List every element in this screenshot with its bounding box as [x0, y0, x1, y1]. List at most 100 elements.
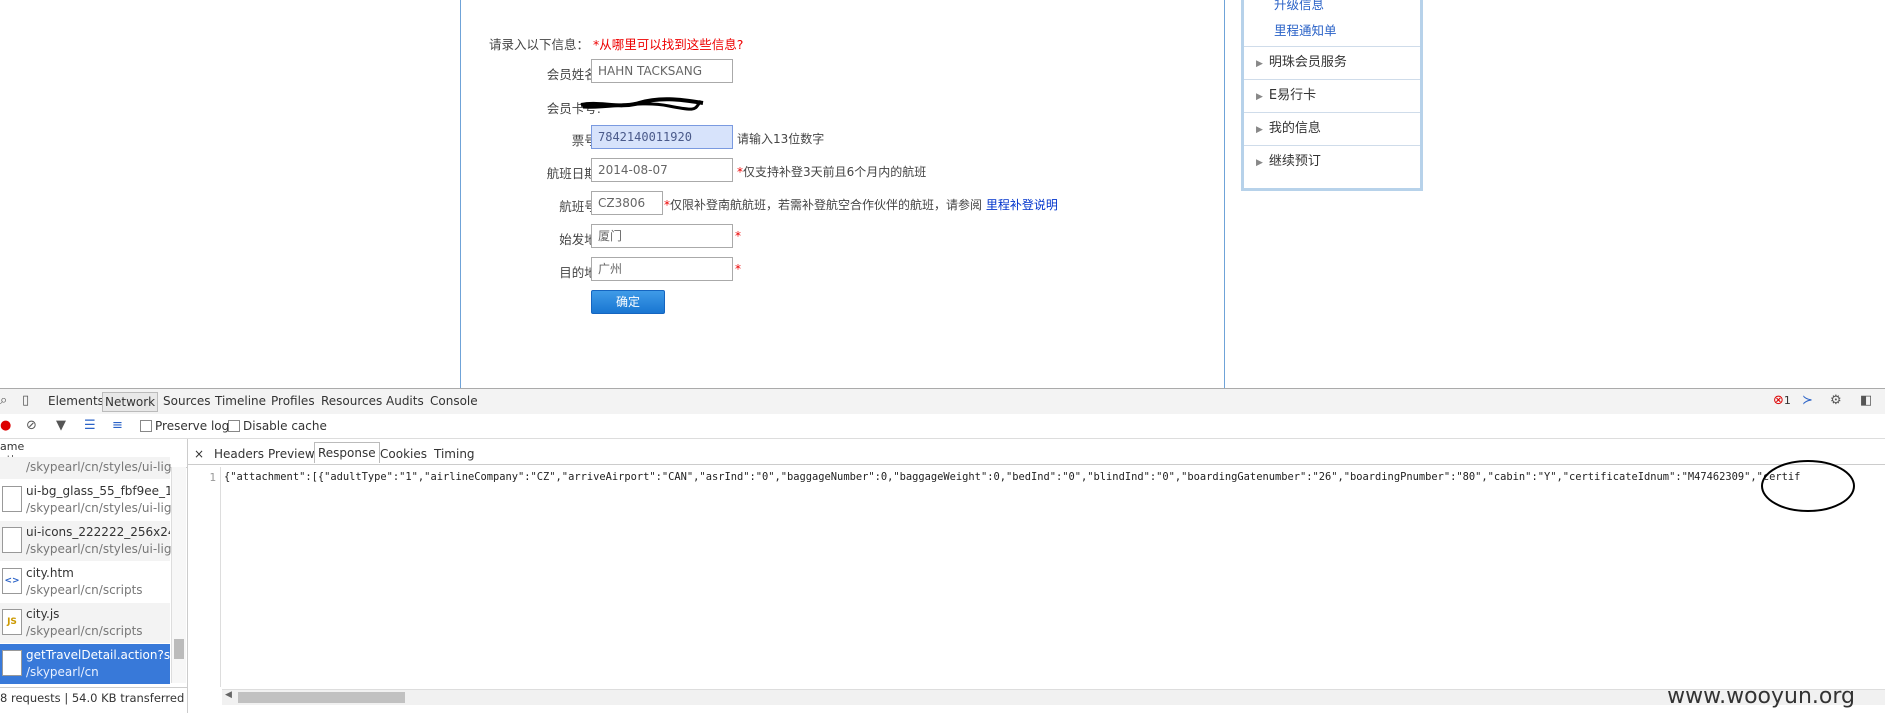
member-sidebar: 升级信息 里程通知单 ▶ 明珠会员服务 ▶ E易行卡 ▶ 我的信息 ▶ 继续预订 [1241, 0, 1423, 191]
tab-profiles[interactable]: Profiles [271, 394, 315, 408]
request-list: ame ath /skypearl/cn/styles/ui-lig... ui… [0, 439, 188, 713]
horizontal-scrollbar[interactable]: ◀ [222, 689, 1885, 705]
sidebar-sub-mileage-notice[interactable]: 里程通知单 [1244, 20, 1420, 46]
request-name: city.htm [26, 566, 74, 580]
ticket-number-input[interactable]: 7842140011920 [591, 125, 733, 149]
destination-row: 目的地: 广州 * [461, 257, 1221, 283]
tab-network[interactable]: Network [102, 392, 159, 412]
ticket-number-label: 票号: [571, 133, 601, 148]
scrollbar-thumb[interactable] [174, 639, 184, 659]
error-icon[interactable]: ⊗1 [1773, 393, 1791, 408]
request-list-scrollbar[interactable] [171, 467, 186, 683]
ticket-number-row: 票号: 7842140011920 请输入13位数字 [461, 125, 1221, 151]
member-card-row: 会员卡号: [461, 93, 1221, 119]
origin-label: 始发地: [559, 232, 601, 247]
clear-icon[interactable]: ⊘ [26, 418, 37, 433]
line-number: 1 [209, 471, 216, 484]
confirm-button[interactable]: 确定 [591, 290, 665, 314]
list-view-icon[interactable]: ☰ [84, 418, 96, 433]
flight-date-input[interactable]: 2014-08-07 [591, 158, 733, 182]
tab-timing[interactable]: Timing [434, 447, 475, 461]
devtools-panel: ⌕ ▯ Elements Network Sources Timeline Pr… [0, 388, 1885, 713]
help-link[interactable]: 从哪里可以找到这些信息? [599, 37, 743, 52]
watermark: www.wooyun.org [1667, 684, 1855, 709]
network-toolbar: ● ⊘ ▼ ☰ ≡ Preserve log Disable cache [0, 414, 1885, 439]
sidebar-item-e-card[interactable]: ▶ E易行卡 [1244, 79, 1420, 112]
form-intro: 请录入以下信息： *从哪里可以找到这些信息? [489, 34, 743, 53]
tab-resources[interactable]: Resources [321, 394, 382, 408]
request-path: /skypearl/cn [26, 665, 99, 679]
required-star: * [735, 229, 741, 243]
preserve-log-checkbox[interactable]: Preserve log [140, 419, 229, 433]
list-item[interactable]: JS city.js /skypearl/cn/scripts [0, 603, 170, 644]
member-name-label: 会员姓名: [546, 67, 601, 82]
dock-icon[interactable]: ◧ [1860, 393, 1872, 408]
flight-number-hint: *仅限补登南航航班，若需补登航空合作伙伴的航班，请参阅 里程补登说明 [664, 196, 1058, 213]
tab-elements[interactable]: Elements [48, 394, 104, 408]
request-name: city.js [26, 607, 60, 621]
flight-date-hint: *仅支持补登3天前且6个月内的航班 [737, 163, 926, 180]
line-gutter: 1 [188, 467, 221, 687]
response-body[interactable]: {"attachment":[{"adultType":"1","airline… [224, 471, 1800, 483]
tab-headers[interactable]: Headers [214, 447, 264, 461]
disable-cache-checkbox[interactable]: Disable cache [228, 419, 327, 433]
tab-console[interactable]: Console [430, 394, 478, 408]
overview-icon[interactable]: ≡ [112, 418, 123, 433]
sidebar-item-pearl-member[interactable]: ▶ 明珠会员服务 [1244, 46, 1420, 79]
device-mode-icon[interactable]: ▯ [22, 393, 29, 408]
list-item[interactable]: <> city.htm /skypearl/cn/scripts [0, 562, 170, 603]
console-drawer-icon[interactable]: ≻ [1802, 393, 1813, 408]
destination-input[interactable]: 广州 [591, 257, 733, 281]
tab-audits[interactable]: Audits [386, 394, 424, 408]
request-path: /skypearl/cn/scripts [26, 583, 143, 597]
list-item[interactable]: ui-bg_glass_55_fbf9ee_1... /skypearl/cn/… [0, 480, 183, 521]
chevron-right-icon: ▶ [1256, 158, 1263, 168]
tab-sources[interactable]: Sources [163, 394, 210, 408]
image-file-icon [2, 486, 22, 512]
network-summary: 8 requests | 54.0 KB transferred | 1... [0, 687, 187, 708]
sidebar-sub-upgrade[interactable]: 升级信息 [1244, 0, 1420, 20]
flight-date-hint-text: 仅支持补登3天前且6个月内的航班 [743, 165, 927, 179]
member-name-input[interactable]: HAHN TACKSANG [591, 59, 733, 83]
filter-icon[interactable]: ▼ [56, 418, 66, 433]
flight-number-row: 航班号: CZ3806 *仅限补登南航航班，若需补登航空合作伙伴的航班，请参阅 … [461, 191, 1221, 217]
confirm-row: 确定 [461, 290, 1221, 316]
gear-icon[interactable]: ⚙ [1830, 393, 1842, 408]
tab-preview[interactable]: Preview [268, 447, 315, 461]
search-icon[interactable]: ⌕ [0, 393, 7, 408]
mileage-claim-form: 请录入以下信息： *从哪里可以找到这些信息? 会员姓名: HAHN TACKSAN… [460, 0, 1225, 388]
chevron-right-icon: ▶ [1256, 92, 1263, 102]
checkbox-box[interactable] [140, 420, 152, 432]
sidebar-item-continue-booking[interactable]: ▶ 继续预订 [1244, 145, 1420, 178]
origin-row: 始发地: 厦门 * [461, 224, 1221, 250]
chevron-right-icon: ▶ [1256, 59, 1263, 69]
document-file-icon [2, 650, 22, 676]
flight-date-label: 航班日期: [546, 166, 601, 181]
image-file-icon [2, 527, 22, 553]
list-item[interactable]: /skypearl/cn/styles/ui-lig... [0, 457, 183, 480]
flight-number-label: 航班号: [559, 199, 601, 214]
origin-input[interactable]: 厦门 [591, 224, 733, 248]
redaction-scribble [580, 97, 704, 111]
close-icon[interactable]: × [194, 447, 204, 461]
scroll-left-icon[interactable]: ◀ [225, 690, 232, 700]
tab-timeline[interactable]: Timeline [215, 394, 266, 408]
tab-response[interactable]: Response [314, 442, 380, 463]
js-file-icon: JS [2, 609, 22, 635]
web-page: 请录入以下信息： *从哪里可以找到这些信息? 会员姓名: HAHN TACKSAN… [0, 0, 1885, 388]
sidebar-item-my-info[interactable]: ▶ 我的信息 [1244, 112, 1420, 145]
flight-number-input[interactable]: CZ3806 [591, 191, 663, 215]
devtools-toolbar: ⌕ ▯ Elements Network Sources Timeline Pr… [0, 388, 1885, 415]
list-item[interactable]: getTravelDetail.action?sy... /skypearl/c… [0, 644, 170, 685]
record-icon[interactable]: ● [0, 418, 11, 433]
member-name-row: 会员姓名: HAHN TACKSANG [461, 59, 1221, 85]
mileage-claim-info-link[interactable]: 里程补登说明 [986, 198, 1058, 212]
request-name: ui-icons_222222_256x24... [26, 525, 170, 539]
tab-cookies[interactable]: Cookies [380, 447, 427, 461]
chevron-right-icon: ▶ [1256, 125, 1263, 135]
checkbox-box[interactable] [228, 420, 240, 432]
request-name: getTravelDetail.action?sy... [26, 648, 170, 662]
list-item[interactable]: ui-icons_222222_256x24... /skypearl/cn/s… [0, 521, 183, 562]
destination-label: 目的地: [559, 265, 601, 280]
scrollbar-thumb[interactable] [238, 692, 405, 703]
